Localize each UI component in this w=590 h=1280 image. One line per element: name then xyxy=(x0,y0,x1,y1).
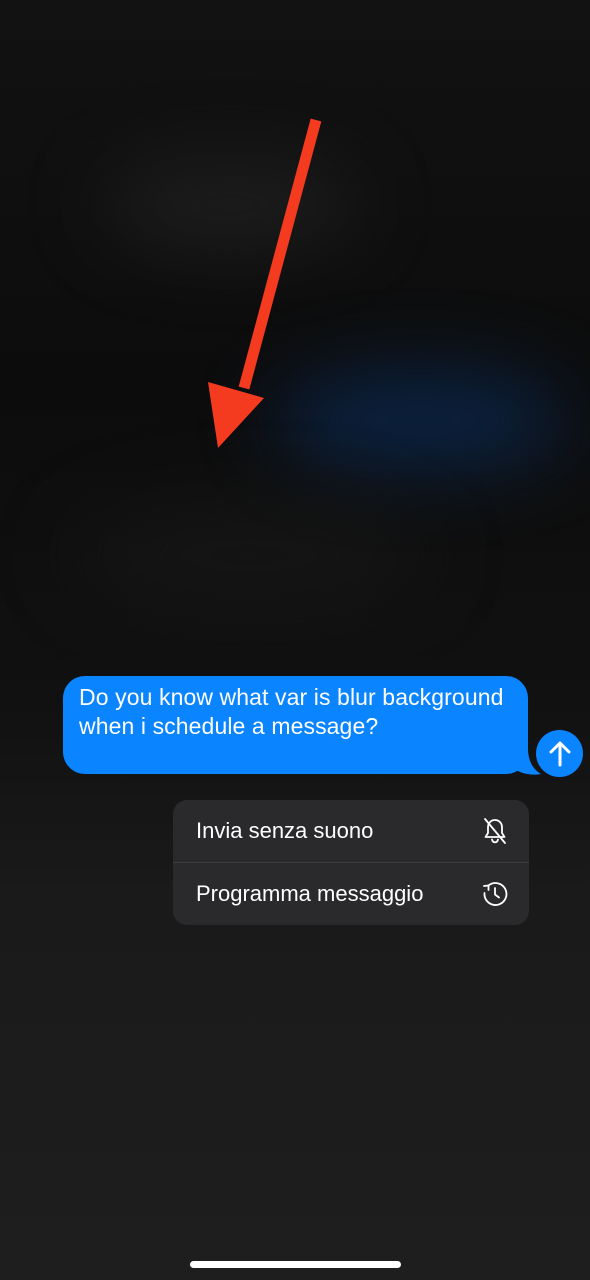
blurred-background-shape-dark xyxy=(70,500,430,610)
blurred-background-shape-blue xyxy=(270,370,570,470)
send-options-menu: Invia senza suono Programma messaggio xyxy=(173,800,529,925)
screen: Do you know what var is blur background … xyxy=(0,0,590,1280)
home-indicator[interactable] xyxy=(190,1261,401,1268)
message-bubble[interactable]: Do you know what var is blur background … xyxy=(63,676,528,774)
message-text: Do you know what var is blur background … xyxy=(79,684,504,739)
menu-item-schedule-message[interactable]: Programma messaggio xyxy=(173,863,529,925)
bell-slash-icon xyxy=(481,817,509,845)
menu-item-label: Programma messaggio xyxy=(196,881,424,906)
clock-arrow-icon xyxy=(481,880,509,908)
menu-item-label: Invia senza suono xyxy=(196,818,374,843)
send-button[interactable] xyxy=(536,730,583,777)
blurred-background-shape xyxy=(100,160,360,250)
arrow-up-icon xyxy=(549,741,570,766)
menu-item-send-silently[interactable]: Invia senza suono xyxy=(173,800,529,862)
